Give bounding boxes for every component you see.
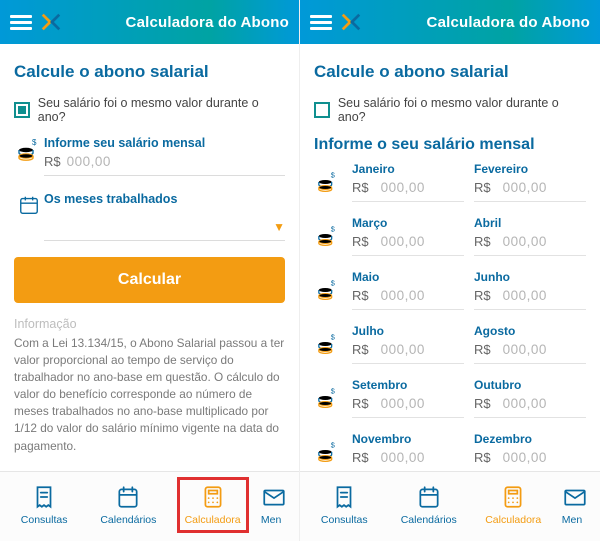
receipt-icon bbox=[31, 484, 57, 510]
calculator-icon bbox=[500, 484, 526, 510]
month-input-agosto[interactable]: AgostoR$000,00 bbox=[474, 324, 586, 364]
month-value: 000,00 bbox=[503, 234, 547, 249]
month-input-abril[interactable]: AbrilR$000,00 bbox=[474, 216, 586, 256]
nav-mensagens[interactable]: Men bbox=[261, 484, 291, 526]
month-label: Janeiro bbox=[352, 162, 464, 176]
header-title: Calculadora do Abono bbox=[68, 14, 289, 31]
coins-icon: $ bbox=[314, 378, 342, 418]
svg-text:$: $ bbox=[331, 279, 335, 287]
nav-consultas[interactable]: Consultas bbox=[308, 484, 380, 526]
nav-mensagens[interactable]: Men bbox=[562, 484, 592, 526]
svg-text:$: $ bbox=[331, 441, 335, 449]
month-value: 000,00 bbox=[503, 450, 547, 465]
month-label: Agosto bbox=[474, 324, 586, 338]
coins-icon: $ bbox=[314, 162, 342, 202]
nav-consultas[interactable]: Consultas bbox=[8, 484, 80, 526]
coins-icon: $ bbox=[314, 324, 342, 364]
coins-icon: $ bbox=[314, 270, 342, 310]
currency-prefix: R$ bbox=[44, 154, 61, 169]
month-value: 000,00 bbox=[381, 450, 425, 465]
month-input-março[interactable]: MarçoR$000,00 bbox=[352, 216, 464, 256]
menu-icon[interactable] bbox=[310, 12, 332, 33]
page-title: Calcule o abono salarial bbox=[14, 62, 285, 82]
month-label: Março bbox=[352, 216, 464, 230]
month-label: Fevereiro bbox=[474, 162, 586, 176]
nav-calendarios[interactable]: Calendários bbox=[393, 484, 465, 526]
bottom-nav: Consultas Calendários Calculadora Men bbox=[0, 471, 299, 541]
monthly-salary-heading: Informe o seu salário mensal bbox=[314, 136, 586, 154]
calendar-icon bbox=[14, 192, 44, 216]
month-input-junho[interactable]: JunhoR$000,00 bbox=[474, 270, 586, 310]
months-select[interactable]: ▼ bbox=[44, 210, 285, 241]
checkbox-icon[interactable] bbox=[14, 102, 30, 118]
month-label: Outubro bbox=[474, 378, 586, 392]
salary-field-label: Informe seu salário mensal bbox=[44, 136, 285, 150]
svg-text:$: $ bbox=[331, 225, 335, 233]
month-value: 000,00 bbox=[503, 288, 547, 303]
salary-value: 000,00 bbox=[67, 154, 111, 169]
checkbox-icon[interactable] bbox=[314, 102, 330, 118]
coins-icon: $ bbox=[314, 432, 342, 471]
month-value: 000,00 bbox=[503, 180, 547, 195]
month-input-julho[interactable]: JulhoR$000,00 bbox=[352, 324, 464, 364]
checkbox-label: Seu salário foi o mesmo valor durante o … bbox=[38, 96, 285, 124]
month-input-maio[interactable]: MaioR$000,00 bbox=[352, 270, 464, 310]
months-field-label: Os meses trabalhados bbox=[44, 192, 285, 206]
nav-calculadora[interactable]: Calculadora bbox=[177, 477, 249, 533]
salary-icon: $ bbox=[14, 136, 44, 162]
nav-calendarios[interactable]: Calendários bbox=[92, 484, 164, 526]
menu-icon[interactable] bbox=[10, 12, 32, 33]
bottom-nav: Consultas Calendários Calculadora Men bbox=[300, 471, 600, 541]
month-value: 000,00 bbox=[381, 396, 425, 411]
coins-icon: $ bbox=[314, 216, 342, 256]
month-label: Dezembro bbox=[474, 432, 586, 446]
chevron-down-icon: ▼ bbox=[273, 220, 285, 234]
month-label: Novembro bbox=[352, 432, 464, 446]
info-body: Com a Lei 13.134/15, o Abono Salarial pa… bbox=[14, 335, 285, 455]
month-label: Setembro bbox=[352, 378, 464, 392]
checkbox-label: Seu salário foi o mesmo valor durante o … bbox=[338, 96, 586, 124]
calendar-nav-icon bbox=[115, 484, 141, 510]
month-input-setembro[interactable]: SetembroR$000,00 bbox=[352, 378, 464, 418]
month-input-novembro[interactable]: NovembroR$000,00 bbox=[352, 432, 464, 471]
app-logo bbox=[340, 11, 362, 33]
calculate-button[interactable]: Calcular bbox=[14, 257, 285, 303]
app-header: Calculadora do Abono bbox=[300, 0, 600, 44]
month-value: 000,00 bbox=[381, 180, 425, 195]
month-value: 000,00 bbox=[381, 234, 425, 249]
app-logo bbox=[40, 11, 62, 33]
month-label: Abril bbox=[474, 216, 586, 230]
month-input-outubro[interactable]: OutubroR$000,00 bbox=[474, 378, 586, 418]
page-title: Calcule o abono salarial bbox=[314, 62, 586, 82]
receipt-icon bbox=[331, 484, 357, 510]
month-value: 000,00 bbox=[503, 342, 547, 357]
screenshot-right: Calculadora do Abono Calcule o abono sal… bbox=[300, 0, 600, 541]
month-label: Maio bbox=[352, 270, 464, 284]
nav-calculadora[interactable]: Calculadora bbox=[477, 484, 549, 526]
screenshot-left: Calculadora do Abono Calcule o abono sal… bbox=[0, 0, 300, 541]
header-title: Calculadora do Abono bbox=[368, 14, 590, 31]
same-salary-checkbox-row[interactable]: Seu salário foi o mesmo valor durante o … bbox=[14, 96, 285, 124]
mail-icon bbox=[562, 484, 588, 510]
svg-text:$: $ bbox=[32, 138, 37, 147]
month-input-janeiro[interactable]: JaneiroR$000,00 bbox=[352, 162, 464, 202]
info-heading: Informação bbox=[14, 317, 285, 331]
month-input-fevereiro[interactable]: FevereiroR$000,00 bbox=[474, 162, 586, 202]
salary-input[interactable]: R$ 000,00 bbox=[44, 154, 285, 176]
svg-text:$: $ bbox=[331, 333, 335, 341]
month-value: 000,00 bbox=[381, 342, 425, 357]
month-value: 000,00 bbox=[381, 288, 425, 303]
month-label: Julho bbox=[352, 324, 464, 338]
calendar-nav-icon bbox=[416, 484, 442, 510]
month-grid: $ JaneiroR$000,00FevereiroR$000,00 $ MarçoR… bbox=[314, 162, 586, 471]
mail-icon bbox=[261, 484, 287, 510]
svg-text:$: $ bbox=[331, 171, 335, 179]
calculator-icon bbox=[200, 484, 226, 510]
month-label: Junho bbox=[474, 270, 586, 284]
app-header: Calculadora do Abono bbox=[0, 0, 299, 44]
same-salary-checkbox-row[interactable]: Seu salário foi o mesmo valor durante o … bbox=[314, 96, 586, 124]
svg-text:$: $ bbox=[331, 387, 335, 395]
month-input-dezembro[interactable]: DezembroR$000,00 bbox=[474, 432, 586, 471]
month-value: 000,00 bbox=[503, 396, 547, 411]
